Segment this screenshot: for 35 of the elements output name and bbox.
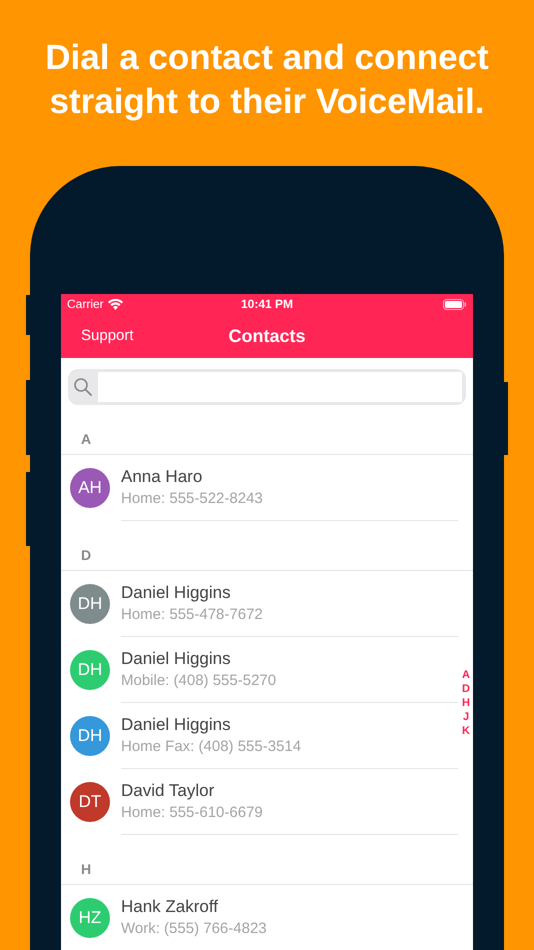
headline: Dial a contact and connect straight to their VoiceMail. [44, 37, 490, 123]
search-field[interactable] [68, 369, 466, 405]
contact-name[interactable]: Daniel Higgins [121, 648, 458, 670]
contact-phone: Mobile: (408) 555-5270 [121, 670, 278, 690]
index-letter[interactable]: H [462, 696, 470, 710]
avatar: DH [70, 584, 110, 624]
contact-phone: Work: (555) 766-4823 [121, 918, 268, 938]
search-icon [72, 376, 94, 398]
contact-name[interactable]: Daniel Higgins [121, 582, 458, 604]
section-header: D [81, 546, 92, 565]
avatar: DH [70, 650, 110, 690]
contact-name[interactable]: Anna Haro [121, 466, 458, 488]
contact-name[interactable]: Daniel Higgins [121, 714, 458, 736]
contact-phone: Home: 555-522-8243 [121, 488, 264, 508]
carrier-label: Carrier [67, 296, 104, 313]
contact-phone: Home Fax: (408) 555-3514 [121, 736, 302, 756]
index-letter[interactable]: D [462, 682, 470, 696]
section-header: A [81, 430, 92, 449]
index-letter[interactable]: K [462, 724, 470, 738]
contact-phone: Home: 555-478-7672 [121, 604, 264, 624]
section-header: H [81, 860, 92, 879]
contact-name[interactable]: Hank Zakroff [121, 896, 458, 918]
avatar: DT [70, 782, 110, 822]
wifi-icon [108, 298, 123, 310]
status-time: 10:41 PM [240, 296, 294, 313]
index-letter[interactable]: A [462, 668, 470, 682]
avatar: DH [70, 716, 110, 756]
contact-name[interactable]: David Taylor [121, 780, 458, 802]
nav-title: Contacts [228, 324, 306, 348]
support-button[interactable]: Support [81, 324, 134, 348]
avatar: AH [70, 468, 110, 508]
index-letter[interactable]: J [462, 710, 470, 724]
contact-phone: Home: 555-610-6679 [121, 802, 264, 822]
avatar: HZ [70, 898, 110, 938]
battery-icon [443, 298, 467, 310]
